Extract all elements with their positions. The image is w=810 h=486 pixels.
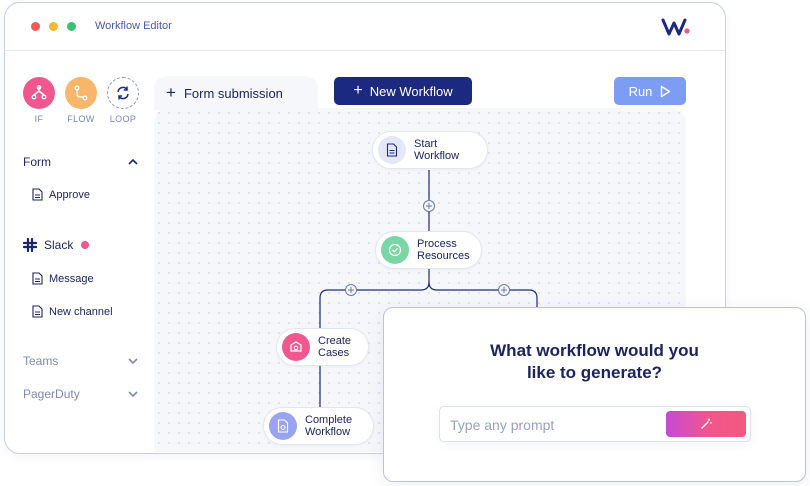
node-label-line1: Start [414,138,438,150]
minimize-window-button[interactable] [49,22,58,31]
sidebar-section-form[interactable]: Form [23,155,138,169]
node-label-line2: Cases [318,347,350,359]
node-label-line2: Workflow [414,150,460,162]
dialog-heading: What workflow would you like to generate… [384,340,805,384]
notification-badge [81,241,90,249]
tool-if-label: IF [34,114,44,124]
sidebar-section-pagerduty[interactable]: PagerDuty [23,387,138,401]
chevron-down-icon [128,391,138,397]
tool-flow-label: FLOW [67,114,95,124]
new-workflow-button[interactable]: + New Workflow [334,77,472,105]
tool-flow[interactable]: FLOW [65,77,97,124]
sidebar-section-form-label: Form [23,155,51,169]
prompt-input[interactable] [450,415,660,435]
title-bar: Workflow Editor [5,3,725,51]
document-icon [378,136,406,164]
dialog-heading-line1: What workflow would you [490,341,699,360]
sidebar-section-teams[interactable]: Teams [23,354,138,368]
document-check-icon [269,412,297,440]
tool-loop[interactable]: LOOP [107,77,139,124]
generate-workflow-dialog: What workflow would you like to generate… [383,307,806,482]
tool-if[interactable]: IF [23,77,55,124]
run-label: Run [628,83,653,99]
sidebar-item-label: New channel [49,305,113,318]
check-circle-icon [381,236,409,264]
node-label-line2: Workflow [305,426,351,438]
node-label-line1: Complete [305,414,353,426]
branch-icon [23,77,55,109]
sidebar-section-slack[interactable]: Slack [23,238,138,252]
flow-icon [65,77,97,109]
node-label-line1: Process [417,238,457,250]
play-icon [661,85,671,97]
node-create-cases[interactable]: Create Cases [276,328,369,366]
node-complete-workflow[interactable]: Complete Workflow [263,407,374,445]
slack-icon [23,238,37,252]
magic-wand-icon [701,418,712,429]
run-button[interactable]: Run [614,77,686,105]
new-workflow-label: New Workflow [369,83,453,99]
close-window-button[interactable] [31,22,40,31]
sidebar-item-label: Approve [49,188,90,201]
tab-form-submission[interactable]: + Form submission [154,76,318,110]
document-icon [32,272,43,285]
document-icon [32,188,43,201]
tool-loop-label: LOOP [109,114,137,124]
tab-label: Form submission [183,85,283,101]
plus-icon: + [353,82,363,99]
chevron-down-icon [128,358,138,364]
prompt-box [439,406,751,442]
brand-logo-icon [661,18,690,36]
sidebar-item-approve[interactable]: Approve [32,188,90,201]
window-title: Workflow Editor [95,20,172,32]
dialog-heading-line2: like to generate? [526,363,663,382]
node-start-workflow[interactable]: Start Workflow [372,131,488,169]
chevron-up-icon [128,159,138,165]
sidebar-section-slack-label: Slack [44,238,74,252]
sidebar-item-label: Message [49,272,94,285]
case-icon [282,333,310,361]
node-label-line1: Create [318,335,352,347]
node-process-resources[interactable]: Process Resources [375,231,482,269]
sidebar-section-pagerduty-label: PagerDuty [23,387,80,401]
document-icon [32,305,43,318]
sidebar: IF FLOW LOOP Form Approve Slack Message … [5,51,155,453]
sidebar-item-new-channel[interactable]: New channel [32,305,113,318]
generate-button[interactable] [666,411,746,437]
loop-icon [107,77,139,109]
sidebar-section-teams-label: Teams [23,354,59,368]
sidebar-item-message[interactable]: Message [32,272,94,285]
node-label-line2: Resources [417,250,470,262]
plus-icon: + [166,83,176,102]
maximize-window-button[interactable] [67,22,76,31]
